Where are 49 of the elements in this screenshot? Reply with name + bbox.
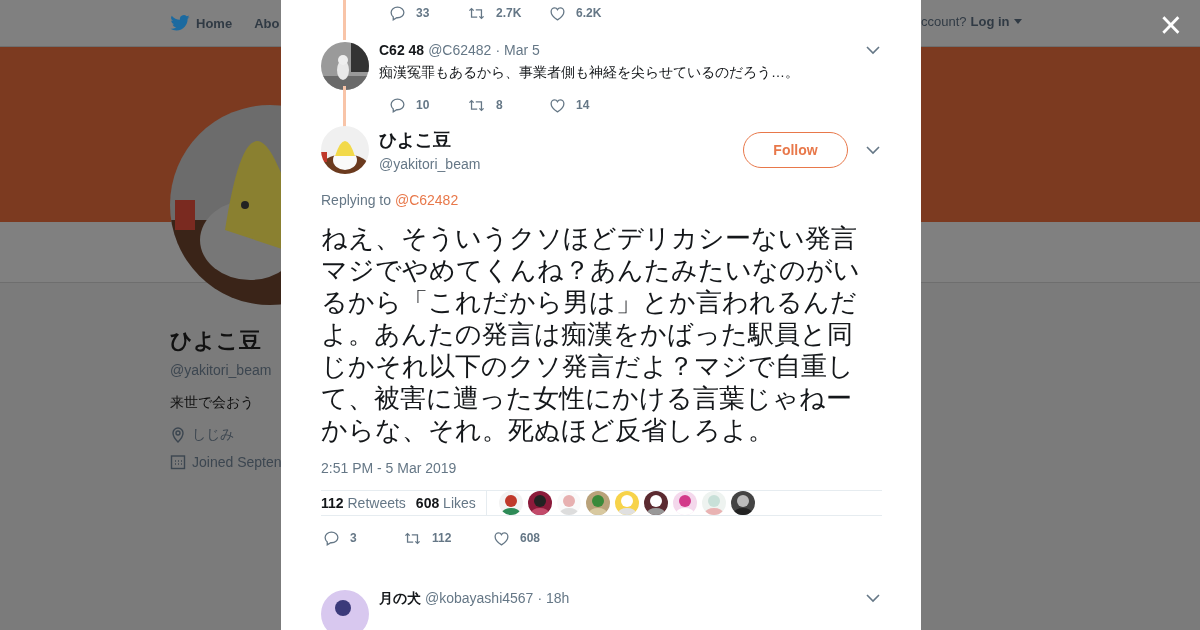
tweet-timestamp: 2:51 PM - 5 Mar 2019 [321, 460, 458, 476]
tweet-text: 痴漢冤罪もあるから、事業者側も神経を尖らせているのだろう…。 [379, 64, 800, 82]
caret-icon [1013, 19, 1022, 24]
reply-count: 33 [416, 6, 430, 20]
caret-icon[interactable] [866, 45, 880, 55]
retweet-count: 8 [496, 98, 503, 112]
profile-handle: @yakitori_beam [170, 362, 273, 378]
reply-icon[interactable] [323, 529, 340, 547]
author-name: 月の犬 [379, 590, 421, 608]
heart-icon[interactable] [549, 4, 566, 22]
profile-location: しじみ [192, 426, 234, 444]
heart-icon[interactable] [549, 96, 566, 114]
retweet-count: 2.7K [496, 6, 522, 20]
heart-icon[interactable] [493, 529, 510, 547]
reply-icon[interactable] [389, 4, 406, 22]
follow-button[interactable]: Follow [743, 132, 848, 168]
close-button[interactable]: × [1159, 6, 1182, 44]
profile-bio: 来世で会おう [170, 394, 255, 412]
author-handle: @yakitori_beam [379, 156, 481, 172]
tweet-text: ねえ、そういうクソほどデリカシーない発言マジでやめてくんね？あんたみたいなのがいるから「これだから男は」とか言われるんだよ。あんたの発言は痴漢をかばった駅員と同じかそれ以下のクソ発言だよ？マジで自重して、被害に遭った女性にかける言葉じゃねーからな、それ。死ぬほど反省しろよ。 [321, 222, 861, 446]
like-count: 608 [520, 531, 541, 545]
retweet-count: 112 [432, 531, 452, 545]
replying-to-text: Replying to @C62482 [321, 192, 460, 208]
calendar-icon [170, 454, 186, 470]
tweet-date: · Mar 5 [495, 42, 540, 58]
mention-link[interactable]: @C62482 [394, 192, 459, 208]
like-count: 6.2K [576, 6, 602, 20]
reply-count: 10 [416, 98, 430, 112]
location-pin-icon [170, 427, 186, 443]
author-name: ひよこ豆 [379, 129, 452, 152]
reply-icon[interactable] [389, 96, 406, 114]
reply-count: 3 [350, 531, 357, 545]
author-name: C62 48 [379, 42, 425, 58]
tweet-date: · 18h [537, 590, 570, 606]
home-link[interactable]: Home [170, 15, 233, 31]
about-link[interactable]: Abo [254, 15, 280, 31]
account-prompt: ccount? [921, 14, 967, 29]
profile-name: ひよこ豆 [170, 327, 262, 355]
retweet-stat[interactable]: 112 Retweets [321, 495, 406, 511]
profile-joined: Joined Septen [192, 454, 282, 470]
caret-icon[interactable] [866, 145, 880, 155]
author-handle: @C62482 [428, 42, 492, 58]
like-stat[interactable]: 608 Likes [415, 495, 476, 511]
login-link[interactable]: Log in [970, 14, 1010, 29]
like-count: 14 [576, 98, 590, 112]
caret-icon[interactable] [866, 593, 880, 603]
thread-line [343, 0, 346, 40]
author-handle: @kobayashi4567 [425, 590, 534, 606]
bird-icon [170, 15, 190, 31]
